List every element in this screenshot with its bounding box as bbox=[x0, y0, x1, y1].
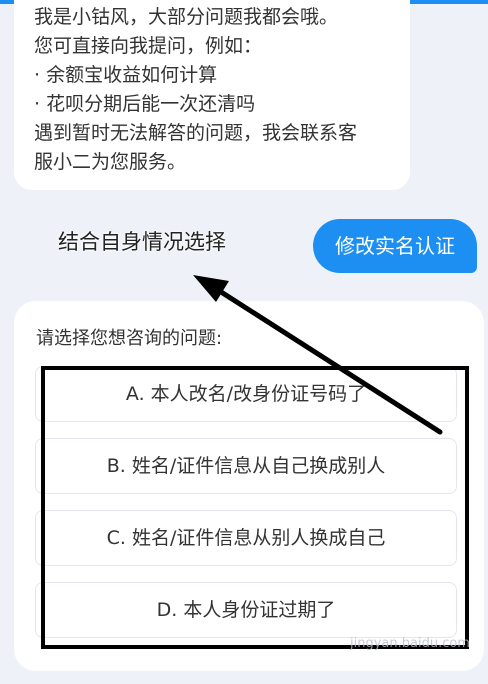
question-option-c[interactable]: C. 姓名/证件信息从别人换成自己 bbox=[35, 510, 457, 566]
bot-message-line: 我是小钴风，大部分问题我都会哦。 bbox=[34, 6, 339, 28]
bot-message-line: 遇到暂时无法解答的问题，我会联系客 bbox=[34, 122, 358, 144]
bot-message-text: 我是小钴风，大部分问题我都会哦。 您可直接向我提问，例如： · 余额宝收益如何计… bbox=[34, 3, 404, 177]
bot-message-line: 服小二为您服务。 bbox=[34, 151, 187, 173]
question-option-b[interactable]: B. 姓名/证件信息从自己换成别人 bbox=[35, 438, 457, 494]
bot-message-line: · 花呗分期后能一次还清吗 bbox=[34, 93, 256, 115]
question-option-d[interactable]: D. 本人身份证过期了 bbox=[35, 582, 457, 638]
bot-message-line: · 余额宝收益如何计算 bbox=[34, 64, 218, 86]
bot-message-line: 您可直接向我提问，例如： bbox=[34, 35, 263, 57]
user-message-bubble[interactable]: 修改实名认证 bbox=[313, 219, 477, 273]
question-option-a[interactable]: A. 本人改名/改身份证号码了 bbox=[35, 366, 457, 422]
question-prompt: 请选择您想咨询的问题: bbox=[36, 328, 223, 349]
annotation-label: 结合自身情况选择 bbox=[58, 230, 226, 254]
